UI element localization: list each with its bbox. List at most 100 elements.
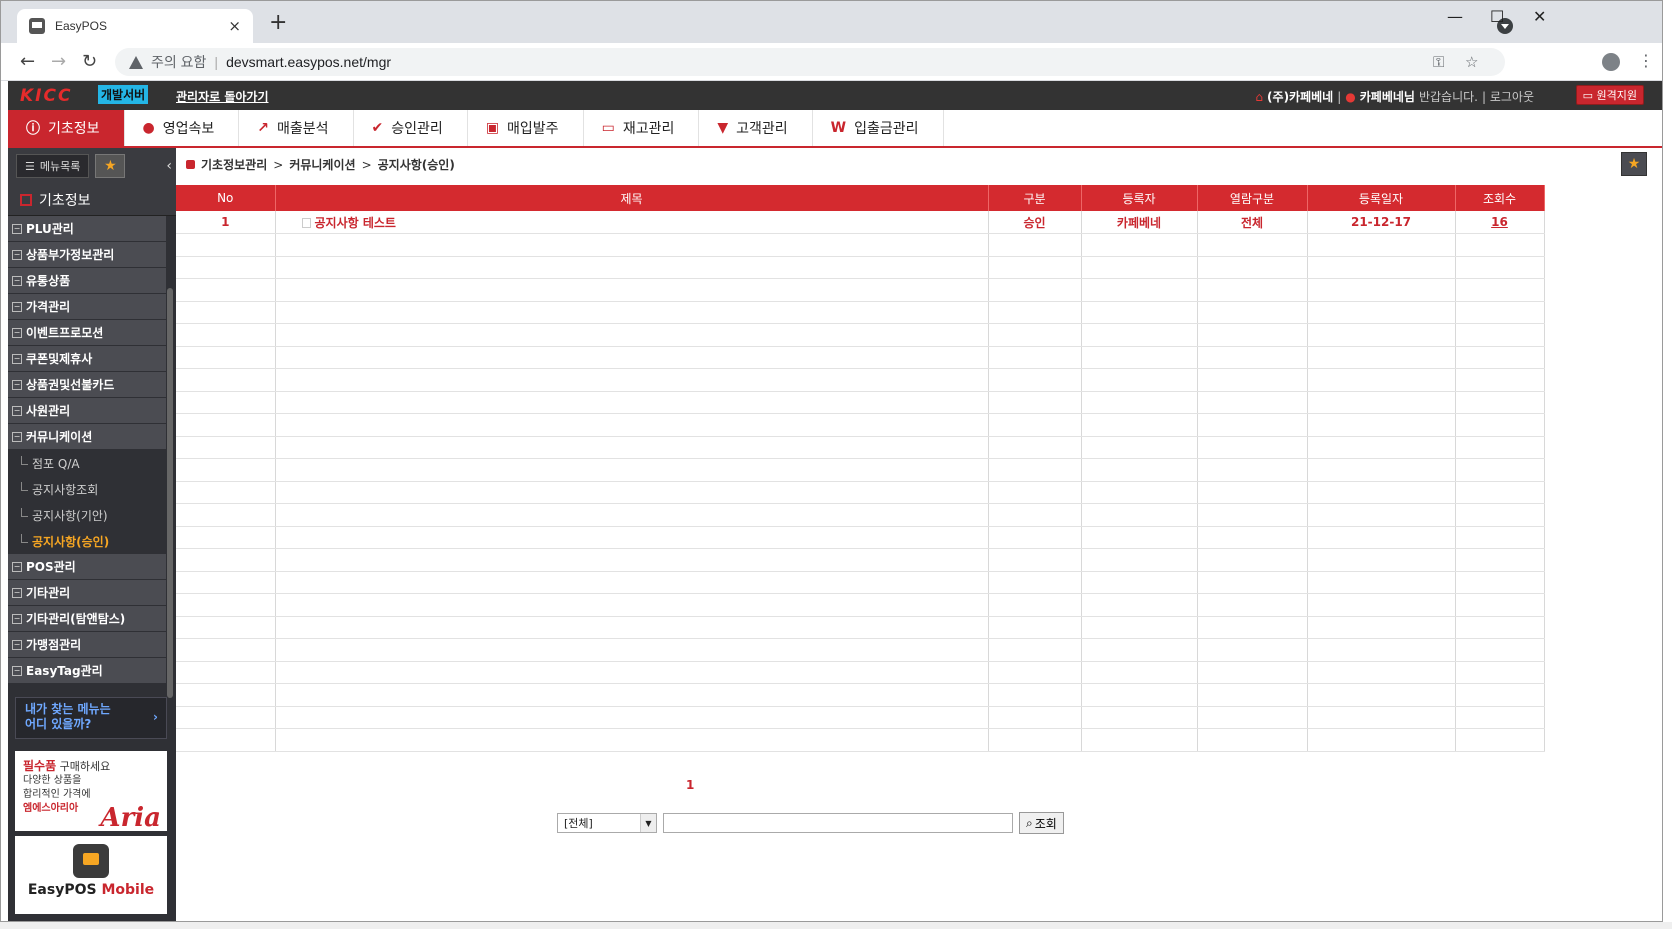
bookmark-star-icon[interactable]: ☆ [1465, 53, 1478, 71]
nav-item-label: 기초정보 [48, 121, 100, 137]
sidebar-item[interactable]: − 커뮤니케이션 [8, 424, 166, 450]
company-name: (주)카페베네 [1267, 90, 1334, 104]
won-icon: W [830, 120, 847, 136]
close-window-button[interactable]: ✕ [1533, 7, 1546, 26]
warning-icon[interactable] [129, 55, 143, 69]
omnibox[interactable]: 주의 요함 | devsmart.easypos.net/mgr [115, 48, 1505, 76]
table-cell-no [176, 481, 276, 504]
sidebar-item[interactable]: − 상품부가정보관리 [8, 242, 166, 268]
new-tab-button[interactable]: + [269, 12, 287, 34]
table-cell-type [988, 301, 1082, 324]
dropdown-arrow-icon[interactable]: ▼ [640, 814, 656, 832]
sidebar-item-label: 이벤트프로모션 [26, 326, 104, 340]
table-cell-no [176, 413, 276, 437]
easypos-word: EasyPOS [27, 882, 102, 898]
table-cell-title [275, 638, 989, 662]
expand-box-icon: − [12, 327, 22, 338]
search-input[interactable] [663, 813, 1013, 833]
nav-item-5[interactable]: ▭ 재고관리 [584, 110, 700, 146]
table-cell-author [1081, 571, 1198, 594]
table-cell-type [988, 413, 1082, 437]
column-header: 열람구분 [1197, 185, 1308, 211]
sidebar-item[interactable]: − POS관리 [8, 554, 166, 580]
nav-item-2[interactable]: ↗ 매출분석 [239, 110, 354, 146]
url-text[interactable]: devsmart.easypos.net/mgr [226, 54, 391, 70]
sidebar-subitem[interactable]: 공지사항(승인) [8, 528, 166, 554]
sidebar-item[interactable]: − 상품권및선불카드 [8, 372, 166, 398]
add-favorite-star-button[interactable]: ★ [1621, 152, 1647, 176]
table-cell-no: 1 [176, 211, 276, 234]
key-icon[interactable]: ⚿ [1433, 53, 1444, 71]
page-number[interactable]: 1 [686, 778, 694, 792]
table-cell-author [1081, 233, 1198, 257]
table-cell-title [275, 728, 989, 752]
search-type-select[interactable]: [전체] ▼ [557, 813, 657, 833]
breadcrumb-level3: 공지사항(승인) [377, 158, 455, 172]
sidebar-item[interactable]: − 가격관리 [8, 294, 166, 320]
column-header: No [176, 185, 276, 211]
breadcrumb-sep: > [273, 157, 284, 172]
maximize-button[interactable]: ☐ [1490, 7, 1504, 26]
sidebar-item[interactable]: − PLU관리 [8, 216, 166, 242]
easypos-mobile-banner[interactable]: EasyPOS Mobile [15, 836, 167, 914]
forward-icon[interactable]: → [51, 51, 66, 72]
nav-item-7[interactable]: W 입출금관리 [813, 110, 944, 146]
remote-support-button[interactable]: ▭ 원격지원 [1575, 85, 1644, 105]
sidebar-subitem[interactable]: 점포 Q/A [8, 450, 166, 476]
kebab-menu-icon[interactable]: ⋮ [1638, 51, 1654, 70]
nav-item-0[interactable]: ⓘ 기초정보 [8, 110, 125, 146]
minimize-button[interactable]: — [1447, 7, 1463, 26]
table-cell-view: 전체 [1197, 211, 1308, 234]
back-icon[interactable]: ← [20, 51, 35, 72]
sidebar-item[interactable]: − 기타관리(탐앤탐스) [8, 606, 166, 632]
nav-item-label: 영업속보 [162, 121, 215, 137]
sidebar-item[interactable]: − 쿠폰및제휴사 [8, 346, 166, 372]
sidebar-subitem[interactable]: 공지사항(기안) [8, 502, 166, 528]
table-row [176, 256, 1545, 279]
easypos-favicon-icon [29, 18, 45, 34]
menu-finder-banner[interactable]: 내가 찾는 메뉴는 어디 있을까? › [15, 697, 167, 739]
back-to-admin-link[interactable]: 관리자로 돌아가기 [176, 88, 269, 105]
table-cell-view [1197, 661, 1308, 684]
expand-box-icon: − [12, 587, 22, 598]
sidebar-scrollbar[interactable] [167, 288, 173, 698]
table-cell-count [1455, 728, 1545, 752]
nav-item-1[interactable]: ● 영업속보 [125, 110, 240, 146]
favorites-star-button[interactable]: ★ [95, 154, 126, 178]
table-cell-title: 공지사항 테스트 [275, 211, 989, 234]
notice-title-link[interactable]: 공지사항 테스트 [315, 216, 396, 230]
view-count-link[interactable]: 16 [1491, 215, 1508, 229]
aria-ad-banner[interactable]: 필수품 구매하세요 다양한 상품을 합리적인 가격에 엠에스아리아 Aria [15, 751, 167, 831]
nav-item-label: 매입발주 [507, 121, 559, 137]
table-cell-title [275, 368, 989, 392]
nav-item-label: 입출금관리 [854, 121, 919, 137]
reload-icon[interactable]: ↻ [82, 51, 97, 72]
search-button[interactable]: ⌕ 조회 [1019, 812, 1064, 834]
table-row [176, 436, 1545, 459]
table-cell-author [1081, 368, 1198, 392]
menu-list-button[interactable]: ☰ 메뉴목록 [16, 154, 90, 178]
easypos-mobile-label: EasyPOS Mobile [15, 882, 167, 898]
collapse-sidebar-icon[interactable]: ‹ [166, 158, 172, 174]
table-row[interactable]: 1 공지사항 테스트 승인 카페베네 전체 21-12-17 16 [176, 211, 1545, 234]
sidebar-item[interactable]: − 유통상품 [8, 268, 166, 294]
nav-item-4[interactable]: ▣ 매입발주 [468, 110, 584, 146]
sidebar-item[interactable]: − 기타관리 [8, 580, 166, 606]
sidebar-item[interactable]: − 가맹점관리 [8, 632, 166, 658]
nav-item-6[interactable]: ▼ 고객관리 [699, 110, 813, 146]
sidebar-item[interactable]: − 사원관리 [8, 398, 166, 424]
tab-close-icon[interactable]: × [228, 17, 241, 35]
sidebar-item[interactable]: − EasyTag관리 [8, 658, 166, 684]
kicc-logo[interactable]: KICC [20, 86, 72, 106]
browser-tab[interactable]: EasyPOS × [17, 9, 253, 43]
logout-link[interactable]: | 로그아웃 [1482, 88, 1534, 105]
sidebar-subitem[interactable]: 공지사항조회 [8, 476, 166, 502]
table-row [176, 323, 1545, 347]
expand-box-icon: − [12, 665, 22, 676]
nav-item-3[interactable]: ✔ 승인관리 [354, 110, 468, 146]
sidebar-item-label: 기타관리 [26, 586, 71, 600]
profile-avatar[interactable] [1602, 53, 1620, 71]
table-cell-title [275, 706, 989, 729]
sidebar-item[interactable]: − 이벤트프로모션 [8, 320, 166, 346]
security-label[interactable]: 주의 요함 [151, 52, 206, 72]
